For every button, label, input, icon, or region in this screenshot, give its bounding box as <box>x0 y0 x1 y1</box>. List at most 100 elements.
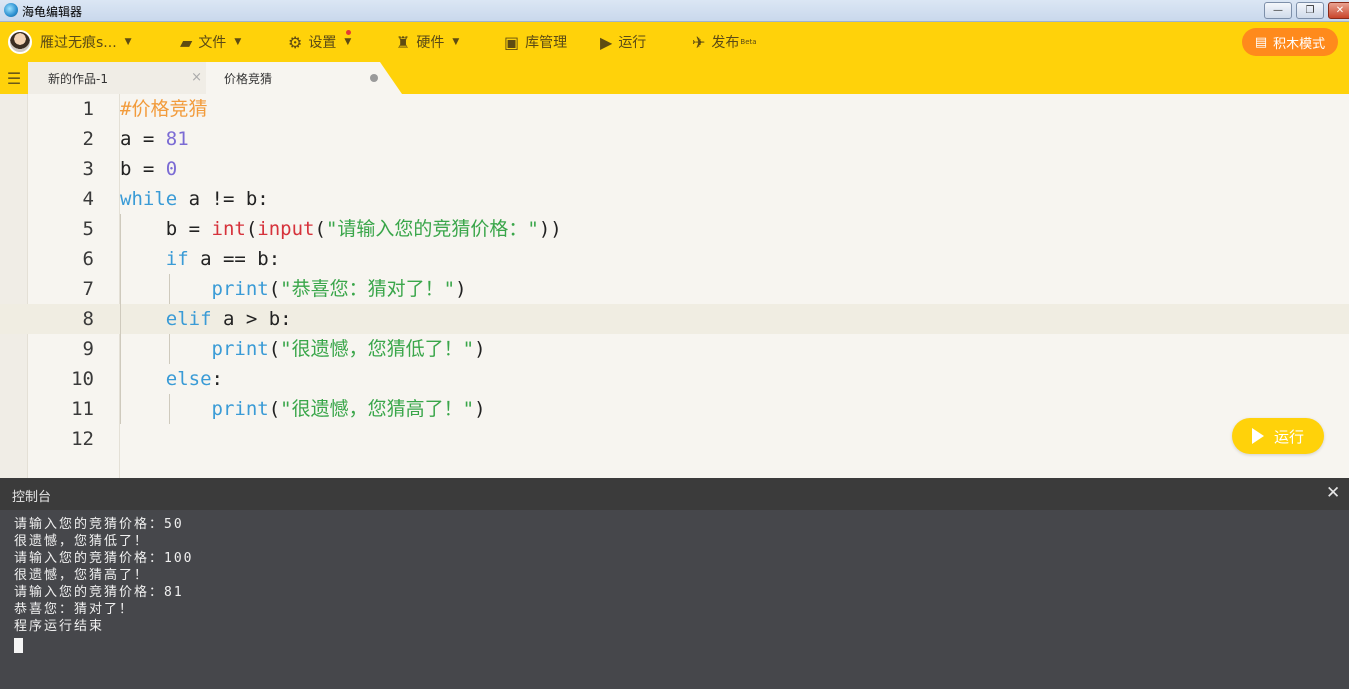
code-text[interactable]: b = int(input("请输入您的竞猜价格：")) <box>120 214 562 244</box>
chevron-down-icon: ▼ <box>124 37 132 47</box>
tab-label: 新的作品-1 <box>48 71 108 86</box>
code-line[interactable]: 2 a = 81 <box>0 124 1349 154</box>
line-number: 5 <box>82 218 94 240</box>
menu-icon: ☰ <box>6 68 22 88</box>
code-text[interactable]: print("很遗憾，您猜低了！") <box>120 334 486 364</box>
console-cursor <box>14 638 23 653</box>
console-title: 控制台 <box>12 490 52 505</box>
turtle-app-icon <box>4 3 18 17</box>
run-floating-button[interactable]: 运行 <box>1232 418 1324 454</box>
hardware-menu-label: 硬件 <box>416 35 445 51</box>
close-icon[interactable]: ✕ <box>1326 483 1340 503</box>
tab-new-work-1[interactable]: 新的作品-1 × <box>28 62 218 94</box>
maximize-button[interactable]: ❐ <box>1296 2 1324 19</box>
block-mode-label: 积木模式 <box>1273 36 1326 52</box>
close-icon: ✕ <box>1335 5 1345 16</box>
gear-icon: ⚙ <box>288 32 303 52</box>
code-text[interactable]: while a != b: <box>120 184 269 214</box>
chevron-down-icon: ▼ <box>344 37 352 47</box>
line-number: 2 <box>82 128 94 150</box>
console-output[interactable]: 请输入您的竞猜价格：50 很遗憾，您猜低了！ 请输入您的竞猜价格：100 很遗憾，您猜… <box>0 510 1349 689</box>
code-text[interactable]: print("恭喜您：猜对了！") <box>120 274 467 304</box>
code-text[interactable]: #价格竞猜 <box>120 94 207 124</box>
console-line: 请输入您的竞猜价格：100 <box>14 551 194 566</box>
minimize-button[interactable]: — <box>1264 2 1292 19</box>
block-mode-button[interactable]: ▤ 积木模式 <box>1242 28 1338 56</box>
console-line: 请输入您的竞猜价格：81 <box>14 585 184 600</box>
file-menu-label: 文件 <box>198 35 227 51</box>
code-line[interactable]: 7 print("恭喜您：猜对了！") <box>0 274 1349 304</box>
inbox-icon: ▣ <box>504 32 520 52</box>
notification-dot <box>346 30 351 35</box>
avatar <box>8 30 32 54</box>
console-line: 请输入您的竞猜价格：50 <box>14 517 184 532</box>
line-number: 10 <box>71 368 94 390</box>
line-number: 9 <box>82 338 94 360</box>
restore-icon: ❐ <box>1305 5 1315 16</box>
line-number: 1 <box>82 98 94 120</box>
hardware-menu[interactable]: ♜ 硬件 ▼ <box>396 22 459 62</box>
line-number: 6 <box>82 248 94 270</box>
code-text[interactable]: b = 0 <box>120 154 177 184</box>
robot-icon: ♜ <box>396 32 411 52</box>
indent-guide <box>169 394 170 424</box>
line-number: 8 <box>82 308 94 330</box>
code-line[interactable]: 1 #价格竞猜 <box>0 94 1349 124</box>
library-button[interactable]: ▣ 库管理 <box>504 22 567 62</box>
minimize-icon: — <box>1273 5 1283 16</box>
sidebar-toggle-button[interactable]: ☰ <box>0 62 28 94</box>
run-floating-label: 运行 <box>1273 427 1304 446</box>
code-line[interactable]: 6 if a == b: <box>0 244 1349 274</box>
file-menu[interactable]: ▰ 文件 ▼ <box>180 22 241 62</box>
code-text[interactable]: a = 81 <box>120 124 189 154</box>
window-title-bar: 海龟编辑器 — ❐ ✕ <box>0 0 1349 22</box>
settings-menu-label: 设置 <box>308 35 337 51</box>
publish-label: 发布 <box>711 35 740 51</box>
run-label: 运行 <box>618 35 647 51</box>
close-window-button[interactable]: ✕ <box>1328 2 1349 19</box>
console-line: 恭喜您：猜对了！ <box>14 602 135 617</box>
close-tab-icon[interactable]: × <box>191 70 202 85</box>
code-text[interactable]: elif a > b: <box>120 304 292 334</box>
code-text[interactable]: else: <box>120 364 223 394</box>
code-text[interactable]: print("很遗憾，您猜高了！") <box>120 394 486 424</box>
code-line[interactable]: 11 print("很遗憾，您猜高了！") <box>0 394 1349 424</box>
run-toolbar-button[interactable]: ▶ 运行 <box>600 22 646 62</box>
settings-menu[interactable]: ⚙ 设置 ▼ <box>288 22 351 62</box>
tab-price-guess[interactable]: 价格竞猜 <box>206 62 402 94</box>
code-line[interactable]: 4 while a != b: <box>0 184 1349 214</box>
beta-badge: Beta <box>740 38 757 46</box>
main-toolbar: 雁过无痕s... ▼ ▰ 文件 ▼ ⚙ 设置 ▼ ♜ 硬件 ▼ ▣ 库管理 ▶ … <box>0 22 1349 62</box>
code-line[interactable]: 10 else: <box>0 364 1349 394</box>
code-text[interactable]: if a == b: <box>120 244 280 274</box>
line-number: 4 <box>82 188 94 210</box>
indent-guide <box>169 334 170 364</box>
console-header: 控制台 ✕ <box>0 478 1349 510</box>
console-line: 很遗憾，您猜高了！ <box>14 568 150 583</box>
window-title: 海龟编辑器 <box>22 5 83 19</box>
code-editor[interactable]: 1 #价格竞猜 2 a = 81 3 b = 0 4 while a != b: 5 b = i… <box>0 94 1349 478</box>
indent-guide <box>120 214 121 424</box>
code-line[interactable]: 5 b = int(input("请输入您的竞猜价格：")) <box>0 214 1349 244</box>
code-line[interactable]: 8 elif a > b: <box>0 304 1349 334</box>
play-icon <box>1251 428 1264 444</box>
user-name: 雁过无痕s... <box>40 35 117 51</box>
user-menu[interactable]: 雁过无痕s... ▼ <box>8 22 132 62</box>
line-number: 12 <box>71 428 94 450</box>
paper-plane-icon: ✈ <box>692 32 706 52</box>
chevron-down-icon: ▼ <box>234 37 242 47</box>
unsaved-dot-icon[interactable] <box>370 74 378 82</box>
library-label: 库管理 <box>525 35 568 51</box>
console-line: 很遗憾，您猜低了！ <box>14 534 150 549</box>
code-line[interactable]: 3 b = 0 <box>0 154 1349 184</box>
line-number: 7 <box>82 278 94 300</box>
folder-icon: ▰ <box>180 32 193 52</box>
console-line: 程序运行结束 <box>14 619 105 634</box>
code-line[interactable]: 9 print("很遗憾，您猜低了！") <box>0 334 1349 364</box>
publish-button[interactable]: ✈ 发布 Beta <box>692 22 757 62</box>
tab-label: 价格竞猜 <box>224 71 273 86</box>
play-circle-icon: ▶ <box>600 32 613 52</box>
line-number: 11 <box>71 398 94 420</box>
indent-guide <box>169 274 170 304</box>
code-line[interactable]: 12 <box>0 424 1349 454</box>
